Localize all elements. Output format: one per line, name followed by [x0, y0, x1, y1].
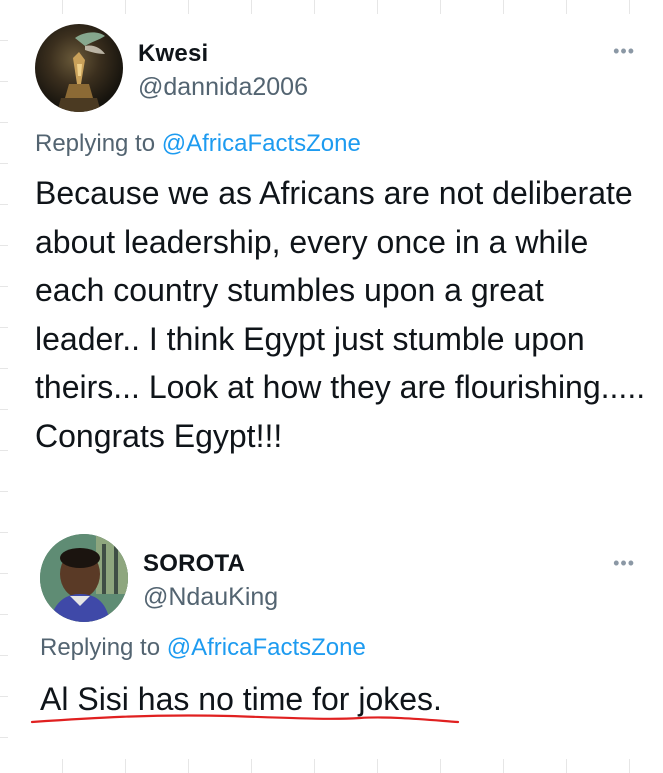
- author-name[interactable]: Kwesi: [138, 40, 208, 68]
- avatar-image-icon: [57, 32, 105, 112]
- scan-edge-bottom: [0, 759, 663, 773]
- mention-link[interactable]: @AfricaFactsZone: [162, 130, 361, 157]
- replying-to-line: Replying to @AfricaFactsZone: [40, 634, 366, 662]
- author-name[interactable]: SOROTA: [143, 550, 245, 578]
- tweet-text: Because we as Africans are not deliberat…: [35, 175, 646, 454]
- author-handle[interactable]: @NdauKing: [143, 583, 278, 612]
- more-options-icon[interactable]: •••: [613, 554, 635, 572]
- replying-prefix: Replying to: [35, 130, 156, 157]
- avatar[interactable]: [35, 24, 123, 112]
- replying-to-line: Replying to @AfricaFactsZone: [35, 130, 361, 158]
- tweet-kwesi[interactable]: Kwesi @dannida2006 ••• Replying to @Afri…: [0, 18, 663, 518]
- tweet-sorota[interactable]: SOROTA @NdauKing ••• Replying to @Africa…: [0, 530, 663, 730]
- red-underline-annotation-icon: [30, 714, 460, 724]
- mention-link[interactable]: @AfricaFactsZone: [167, 634, 366, 661]
- avatar-image-icon: [40, 534, 128, 622]
- replying-prefix: Replying to: [40, 634, 161, 661]
- author-handle[interactable]: @dannida2006: [138, 73, 308, 102]
- scan-edge-top: [0, 0, 663, 14]
- avatar[interactable]: [40, 534, 128, 622]
- more-options-icon[interactable]: •••: [613, 42, 635, 60]
